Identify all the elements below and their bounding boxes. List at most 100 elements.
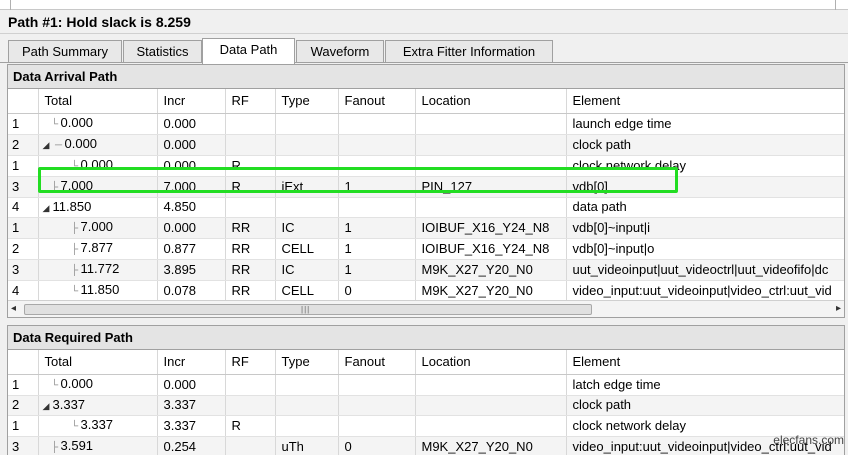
- cell-rf: R: [225, 176, 276, 198]
- table-row[interactable]: 1 └ 0.000 0.000 launch edge time: [8, 113, 844, 135]
- collapse-triangle-icon[interactable]: ◢: [43, 397, 53, 415]
- col-fanout[interactable]: Fanout: [338, 350, 416, 375]
- row-index: 3: [8, 176, 39, 198]
- scroll-left-arrow-icon[interactable]: ◂: [11, 303, 16, 314]
- cell-element: video_input:uut_videoinput|video_ctrl:uu…: [566, 280, 844, 300]
- col-total[interactable]: Total: [38, 350, 158, 375]
- cell-rf: R: [225, 155, 276, 177]
- col-element[interactable]: Element: [566, 89, 844, 114]
- cell-rf: [225, 113, 276, 135]
- cell-element: latch edge time: [566, 374, 844, 396]
- cell-location: [415, 374, 567, 396]
- col-incr[interactable]: Incr: [157, 89, 226, 114]
- cell-fanout: [338, 197, 416, 218]
- cell-incr: 0.000: [157, 374, 226, 396]
- cell-location: [415, 415, 567, 437]
- scroll-right-arrow-icon[interactable]: ▸: [836, 303, 841, 314]
- cell-rf: RR: [225, 280, 276, 300]
- table-row[interactable]: 3 ├ 3.591 0.254 uTh 0 M9K_X27_Y20_N0 vide…: [8, 436, 844, 455]
- cell-rf: RR: [225, 259, 276, 281]
- collapse-triangle-icon[interactable]: ◢: [43, 199, 53, 217]
- scrollbar-thumb[interactable]: |||: [24, 304, 592, 315]
- watermark-text: elecfans.com: [773, 433, 844, 447]
- tab-statistics[interactable]: Statistics: [123, 40, 202, 63]
- cell-total: 11.850: [80, 281, 120, 297]
- grip-icon: |||: [301, 305, 311, 314]
- tab-data-path[interactable]: Data Path: [202, 38, 295, 64]
- cell-total: 3.337: [80, 416, 114, 432]
- col-type[interactable]: Type: [275, 350, 339, 375]
- cell-type: [275, 155, 339, 177]
- cell-total: 0.000: [80, 156, 114, 172]
- column-header-row: Total Incr RF Type Fanout Location Eleme…: [8, 89, 844, 114]
- col-total[interactable]: Total: [38, 89, 158, 114]
- tab-path-summary[interactable]: Path Summary: [8, 40, 122, 63]
- cell-element: vdb[0]: [566, 176, 844, 198]
- table-row[interactable]: 3 ├ 11.772 3.895 RR IC 1 M9K_X27_Y20_N0 u…: [8, 259, 844, 281]
- col-fanout[interactable]: Fanout: [338, 89, 416, 114]
- cell-fanout: 1: [338, 217, 416, 239]
- table-row[interactable]: 1 ├ 7.000 0.000 RR IC 1 IOIBUF_X16_Y24_N8…: [8, 217, 844, 239]
- cell-rf: RR: [225, 238, 276, 260]
- cell-location: M9K_X27_Y20_N0: [415, 436, 567, 455]
- col-rf[interactable]: RF: [225, 89, 276, 114]
- cell-incr: 0.000: [157, 113, 226, 135]
- tab-bar: Path Summary Statistics Data Path Wavefo…: [0, 38, 848, 64]
- col-incr[interactable]: Incr: [157, 350, 226, 375]
- cell-incr: 0.078: [157, 280, 226, 300]
- col-index[interactable]: [8, 89, 39, 114]
- col-type[interactable]: Type: [275, 89, 339, 114]
- collapse-triangle-icon[interactable]: ◢: [43, 136, 53, 154]
- tab-extra-fitter-information[interactable]: Extra Fitter Information: [385, 40, 553, 63]
- cell-total: 3.591: [60, 437, 94, 453]
- table-row[interactable]: 2 ◢ ─ 0.000 0.000 clock path: [8, 134, 844, 156]
- cell-total: 3.337: [52, 396, 86, 412]
- cell-total: 7.877: [80, 239, 114, 255]
- cell-incr: 0.000: [157, 217, 226, 239]
- cell-location: IOIBUF_X16_Y24_N8: [415, 238, 567, 260]
- col-element[interactable]: Element: [566, 350, 844, 375]
- table-row[interactable]: 4 └ 11.850 0.078 RR CELL 0 M9K_X27_Y20_N0…: [8, 280, 844, 300]
- top-strip: [0, 0, 848, 10]
- cell-location: PIN_127: [415, 176, 567, 198]
- cell-type: [275, 374, 339, 396]
- cell-location: [415, 134, 567, 156]
- data-arrival-table-viewport[interactable]: Total Incr RF Type Fanout Location Eleme…: [8, 89, 844, 300]
- table-row[interactable]: 1 └ 0.000 0.000 latch edge time: [8, 374, 844, 396]
- cell-location: [415, 155, 567, 177]
- col-index[interactable]: [8, 350, 39, 375]
- horizontal-scrollbar[interactable]: ◂ ||| ▸: [8, 300, 844, 317]
- splitter-right[interactable]: [835, 0, 836, 10]
- row-index: 3: [8, 436, 39, 455]
- table-row[interactable]: 2 ├ 7.877 0.877 RR CELL 1 IOIBUF_X16_Y24_…: [8, 238, 844, 260]
- col-rf[interactable]: RF: [225, 350, 276, 375]
- row-index: 2: [8, 395, 39, 416]
- cell-fanout: 0: [338, 436, 416, 455]
- col-location[interactable]: Location: [415, 89, 567, 114]
- cell-element: launch edge time: [566, 113, 844, 135]
- cell-type: [275, 395, 339, 416]
- cell-location: [415, 197, 567, 218]
- table-row[interactable]: 4 ◢ 11.850 4.850 data path: [8, 197, 844, 218]
- cell-incr: 3.337: [157, 415, 226, 437]
- cell-total: 11.772: [80, 260, 120, 276]
- cell-fanout: [338, 415, 416, 437]
- tab-waveform[interactable]: Waveform: [296, 40, 384, 63]
- table-row[interactable]: 2 ◢ 3.337 3.337 clock path: [8, 395, 844, 416]
- cell-rf: [225, 436, 276, 455]
- cell-incr: 0.254: [157, 436, 226, 455]
- row-index: 2: [8, 134, 39, 156]
- cell-type: CELL: [275, 280, 339, 300]
- data-required-table-viewport[interactable]: Total Incr RF Type Fanout Location Eleme…: [8, 350, 844, 455]
- cell-element: clock network delay: [566, 155, 844, 177]
- cell-total: 7.000: [80, 218, 114, 234]
- col-location[interactable]: Location: [415, 350, 567, 375]
- data-arrival-panel: Data Arrival Path Total Incr RF Type Fan…: [7, 64, 845, 318]
- table-row-highlighted[interactable]: 3 ├ 7.000 7.000 R iExt 1 PIN_127 vdb[0]: [8, 176, 844, 198]
- splitter-left[interactable]: [10, 0, 11, 10]
- cell-type: iExt: [275, 176, 339, 198]
- table-row[interactable]: 1 └ 0.000 0.000 R clock network delay: [8, 155, 844, 177]
- table-row[interactable]: 1 └ 3.337 3.337 R clock network delay: [8, 415, 844, 437]
- cell-location: [415, 113, 567, 135]
- column-header-row: Total Incr RF Type Fanout Location Eleme…: [8, 350, 844, 375]
